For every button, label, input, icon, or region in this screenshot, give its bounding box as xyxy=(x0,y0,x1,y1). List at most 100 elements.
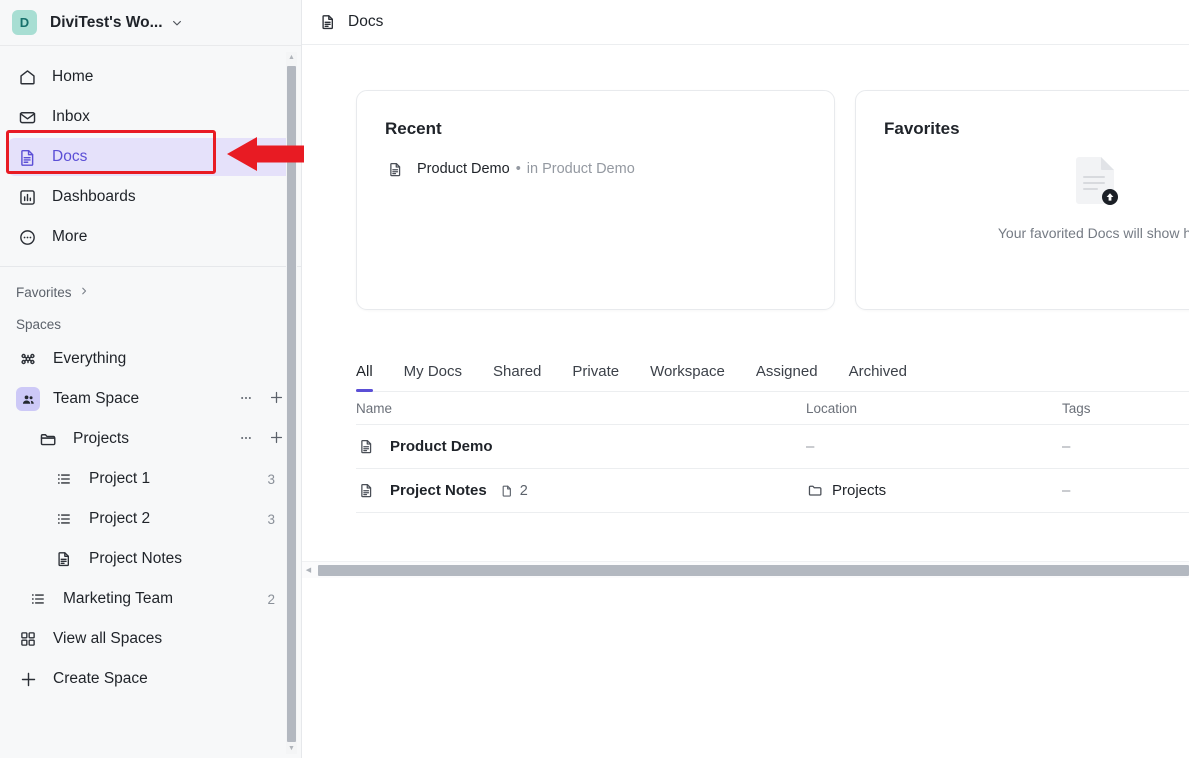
doc-icon xyxy=(16,146,38,168)
horizontal-scrollbar[interactable]: ◀ xyxy=(302,561,1189,578)
sidebar-list-count: 3 xyxy=(267,512,285,527)
cell-location[interactable]: Projects xyxy=(806,482,1062,500)
grid-icon xyxy=(16,627,40,651)
tab-private[interactable]: Private xyxy=(572,363,619,391)
sidebar-item-home[interactable]: Home xyxy=(8,58,293,96)
doc-name: Product Demo xyxy=(390,438,493,455)
list-icon xyxy=(26,587,50,611)
table-row[interactable]: Project Notes 2 Projects xyxy=(356,469,1189,513)
recent-doc-item[interactable]: Product Demo • in Product Demo xyxy=(385,159,806,179)
tags-value: – xyxy=(1062,482,1070,499)
sidebar-space-everything[interactable]: Everything xyxy=(8,339,293,379)
sidebar-list-count: 3 xyxy=(267,472,285,487)
sidebar-item-label: Dashboards xyxy=(52,188,136,206)
sidebar-section-label: Spaces xyxy=(16,317,61,332)
scrollbar-thumb[interactable] xyxy=(287,66,296,742)
cell-name: Project Notes 2 xyxy=(356,481,806,501)
cell-name: Product Demo xyxy=(356,437,806,457)
caret-down-icon[interactable]: ▼ xyxy=(286,743,297,754)
sidebar-item-label: More xyxy=(52,228,87,246)
recent-doc-name: Product Demo xyxy=(417,161,510,177)
sidebar-item-label: Inbox xyxy=(52,108,90,126)
sidebar-folder-projects[interactable]: Projects xyxy=(8,419,293,459)
workspace-name: DiviTest's Wo... xyxy=(50,14,163,32)
caret-left-icon[interactable]: ◀ xyxy=(302,562,315,579)
table-row[interactable]: Product Demo – – xyxy=(356,425,1189,469)
sidebar-space-label: Team Space xyxy=(53,390,238,408)
sidebar-item-docs[interactable]: Docs xyxy=(8,138,293,176)
doc-icon xyxy=(499,483,515,499)
folder-icon xyxy=(806,482,824,500)
scrollbar-thumb[interactable] xyxy=(318,565,1189,576)
sidebar-list-label: Project 2 xyxy=(89,510,267,528)
docs-table: Name Location Tags Product Demo – xyxy=(356,392,1189,513)
doc-icon xyxy=(356,481,376,501)
ellipsis-icon[interactable] xyxy=(238,390,254,409)
chevron-right-icon xyxy=(79,286,89,299)
sidebar-list-label: Project 1 xyxy=(89,470,267,488)
sidebar-doc-label: Project Notes xyxy=(89,550,285,568)
tab-archived[interactable]: Archived xyxy=(849,363,907,391)
sidebar-item-more[interactable]: More xyxy=(8,218,293,256)
sidebar-create-space[interactable]: Create Space xyxy=(8,659,293,699)
tab-all[interactable]: All xyxy=(356,363,373,391)
tags-value: – xyxy=(1062,438,1070,455)
sidebar-view-all-spaces[interactable]: View all Spaces xyxy=(8,619,293,659)
sidebar-space-actions xyxy=(238,389,285,409)
sidebar-section-favorites[interactable]: Favorites xyxy=(0,275,301,309)
location-value: – xyxy=(806,438,814,455)
sidebar-scroll-region: Home Inbox Docs xyxy=(0,46,301,758)
card-title: Recent xyxy=(385,119,806,139)
subpage-count-value: 2 xyxy=(520,483,528,499)
caret-up-icon[interactable]: ▲ xyxy=(286,52,297,63)
doc-name: Project Notes xyxy=(390,482,487,499)
folder-icon xyxy=(36,427,60,451)
cell-tags: – xyxy=(1062,438,1189,455)
page-header: Docs xyxy=(302,0,1189,45)
table-header-row: Name Location Tags xyxy=(356,392,1189,425)
sidebar-list-project-1[interactable]: Project 1 3 xyxy=(8,459,293,499)
sidebar-space-label: Everything xyxy=(53,350,285,368)
tab-my-docs[interactable]: My Docs xyxy=(404,363,462,391)
app-root: D DiviTest's Wo... Home xyxy=(0,0,1189,758)
page-content: Recent Product Demo • in Product Demo Fa… xyxy=(302,45,1189,758)
recent-doc-location: in Product Demo xyxy=(527,161,635,177)
column-header-location[interactable]: Location xyxy=(806,401,1062,416)
plus-icon[interactable] xyxy=(268,389,285,409)
dashboard-icon xyxy=(16,186,38,208)
sidebar-vertical-scrollbar[interactable]: ▲ ▼ xyxy=(286,52,297,754)
sidebar-divider xyxy=(0,266,301,267)
sidebar-item-label: Docs xyxy=(52,148,87,166)
cell-location: – xyxy=(806,438,1062,455)
inbox-icon xyxy=(16,106,38,128)
sidebar-section-spaces: Spaces xyxy=(0,309,301,339)
sidebar-item-inbox[interactable]: Inbox xyxy=(8,98,293,136)
sidebar-item-label: Home xyxy=(52,68,93,86)
plus-icon xyxy=(16,667,40,691)
sidebar-list-marketing-team[interactable]: Marketing Team 2 xyxy=(8,579,293,619)
sidebar-list-count: 2 xyxy=(267,592,285,607)
tab-shared[interactable]: Shared xyxy=(493,363,541,391)
tab-workspace[interactable]: Workspace xyxy=(650,363,725,391)
location-value: Projects xyxy=(832,482,886,499)
sidebar-item-dashboards[interactable]: Dashboards xyxy=(8,178,293,216)
doc-icon xyxy=(385,159,405,179)
sidebar-list-project-2[interactable]: Project 2 3 xyxy=(8,499,293,539)
docs-filter-tabs: All My Docs Shared Private Workspace Ass… xyxy=(356,350,1189,392)
ellipsis-icon[interactable] xyxy=(238,430,254,449)
plus-icon[interactable] xyxy=(268,429,285,449)
sidebar: D DiviTest's Wo... Home xyxy=(0,0,302,758)
sidebar-space-team-space[interactable]: Team Space xyxy=(8,379,293,419)
column-header-tags[interactable]: Tags xyxy=(1062,401,1189,416)
favorites-empty-state: Your favorited Docs will show h xyxy=(856,153,1189,241)
column-header-name[interactable]: Name xyxy=(356,401,806,416)
scrollbar-track[interactable] xyxy=(315,562,1189,579)
list-icon xyxy=(52,467,76,491)
list-icon xyxy=(52,507,76,531)
overview-cards: Recent Product Demo • in Product Demo Fa… xyxy=(356,90,1189,310)
workspace-switcher[interactable]: D DiviTest's Wo... xyxy=(0,0,301,46)
chevron-down-icon xyxy=(171,17,183,29)
sidebar-doc-project-notes[interactable]: Project Notes xyxy=(8,539,293,579)
everything-icon xyxy=(16,347,40,371)
tab-assigned[interactable]: Assigned xyxy=(756,363,818,391)
